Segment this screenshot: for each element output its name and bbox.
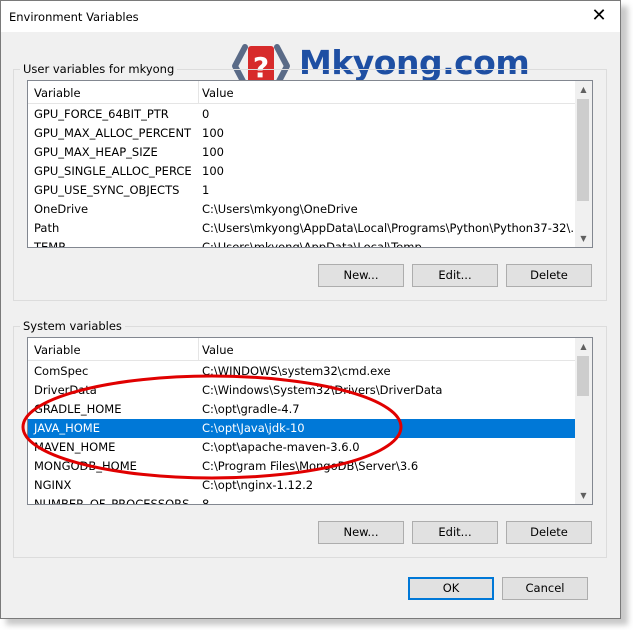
table-row[interactable]: DriverData C:\Windows\System32\Drivers\Dr… [28,381,577,400]
table-row-selected[interactable]: JAVA_HOME C:\opt\Java\jdk-10 [28,419,577,438]
variable-name: DriverData [34,383,97,397]
variable-name: GPU_USE_SYNC_OBJECTS [34,183,180,197]
environment-variables-dialog: Environment Variables ✕ ? Mkyong.com Use… [0,0,621,619]
scroll-up-icon[interactable]: ▲ [575,81,592,98]
scroll-thumb[interactable] [577,356,589,396]
column-header-value[interactable]: Value [202,86,234,100]
system-list-scrollbar[interactable]: ▲ ▼ [575,338,592,504]
variable-name: GPU_MAX_ALLOC_PERCENT [34,126,192,140]
table-row[interactable]: MAVEN_HOME C:\opt\apache-maven-3.6.0 [28,438,577,457]
system-variables-label: System variables [20,319,125,333]
table-row[interactable]: GPU_SINGLE_ALLOC_PERCE 100 [28,162,577,181]
window-title: Environment Variables [9,10,139,24]
title-bar: Environment Variables ✕ [1,1,620,32]
table-row[interactable]: MONGODB_HOME C:\Program Files\MongoDB\Ser… [28,457,577,476]
table-row[interactable]: GPU_MAX_HEAP_SIZE 100 [28,143,577,162]
variable-name: NUMBER_OF_PROCESSORS [34,497,190,505]
table-row[interactable]: TEMP C:\Users\mkyong\AppData\Local\Temp [28,238,577,248]
column-separator[interactable] [198,338,199,360]
variable-value: 8 [202,497,210,505]
variable-value: C:\Program Files\MongoDB\Server\3.6 [202,459,419,473]
user-new-button[interactable]: New... [318,264,404,287]
variable-name: OneDrive [34,202,89,216]
variable-name: Path [34,221,60,235]
table-row[interactable]: GPU_USE_SYNC_OBJECTS 1 [28,181,577,200]
table-row[interactable]: Path C:\Users\mkyong\AppData\Local\Progra… [28,219,577,238]
user-variables-label: User variables for mkyong [20,62,178,76]
system-list-header: Variable Value [28,338,592,361]
variable-name: MAVEN_HOME [34,440,116,454]
user-delete-button[interactable]: Delete [506,264,592,287]
ok-button[interactable]: OK [408,577,494,600]
user-edit-button[interactable]: Edit... [412,264,498,287]
variable-value: C:\WINDOWS\system32\cmd.exe [202,364,391,378]
column-header-value[interactable]: Value [202,343,234,357]
column-header-variable[interactable]: Variable [34,86,81,100]
scroll-down-icon[interactable]: ▼ [575,230,592,247]
variable-name: GPU_MAX_HEAP_SIZE [34,145,158,159]
table-row[interactable]: NGINX C:\opt\nginx-1.12.2 [28,476,577,495]
system-variables-list[interactable]: Variable Value ComSpec C:\WINDOWS\system3… [27,337,593,505]
variable-value: 100 [202,145,224,159]
variable-value: C:\Users\mkyong\AppData\Local\Temp [202,240,422,248]
close-icon[interactable]: ✕ [588,4,610,28]
variable-name: GPU_FORCE_64BIT_PTR [34,107,169,121]
variable-value: 0 [202,107,210,121]
column-separator[interactable] [198,81,199,103]
system-new-button[interactable]: New... [318,521,404,544]
system-delete-button[interactable]: Delete [506,521,592,544]
variable-name: NGINX [34,478,72,492]
scroll-down-icon[interactable]: ▼ [575,487,592,504]
variable-value: C:\opt\gradle-4.7 [202,402,300,416]
scroll-thumb[interactable] [577,99,589,201]
variable-name: GRADLE_HOME [34,402,122,416]
variable-value: C:\opt\nginx-1.12.2 [202,478,314,492]
variable-value: 100 [202,164,224,178]
variable-value: C:\opt\apache-maven-3.6.0 [202,440,360,454]
table-row[interactable]: OneDrive C:\Users\mkyong\OneDrive [28,200,577,219]
variable-name: JAVA_HOME [34,421,100,435]
cancel-button[interactable]: Cancel [502,577,588,600]
user-list-scrollbar[interactable]: ▲ ▼ [575,81,592,247]
user-variables-list[interactable]: Variable Value GPU_FORCE_64BIT_PTR 0 GPU_… [27,80,593,248]
system-edit-button[interactable]: Edit... [412,521,498,544]
variable-name: GPU_SINGLE_ALLOC_PERCE [34,164,192,178]
column-header-variable[interactable]: Variable [34,343,81,357]
table-row[interactable]: GPU_MAX_ALLOC_PERCENT 100 [28,124,577,143]
table-row[interactable]: GPU_FORCE_64BIT_PTR 0 [28,105,577,124]
variable-name: MONGODB_HOME [34,459,137,473]
variable-value: 1 [202,183,210,197]
table-row[interactable]: GRADLE_HOME C:\opt\gradle-4.7 [28,400,577,419]
variable-value: 100 [202,126,224,140]
variable-value: C:\Users\mkyong\OneDrive [202,202,358,216]
table-row[interactable]: ComSpec C:\WINDOWS\system32\cmd.exe [28,362,577,381]
user-list-header: Variable Value [28,81,592,104]
variable-value: C:\Users\mkyong\AppData\Local\Programs\P… [202,221,577,235]
variable-name: ComSpec [34,364,89,378]
variable-value: C:\Windows\System32\Drivers\DriverData [202,383,443,397]
variable-name: TEMP [34,240,66,248]
table-row[interactable]: NUMBER_OF_PROCESSORS 8 [28,495,577,505]
variable-value: C:\opt\Java\jdk-10 [202,421,305,435]
scroll-up-icon[interactable]: ▲ [575,338,592,355]
